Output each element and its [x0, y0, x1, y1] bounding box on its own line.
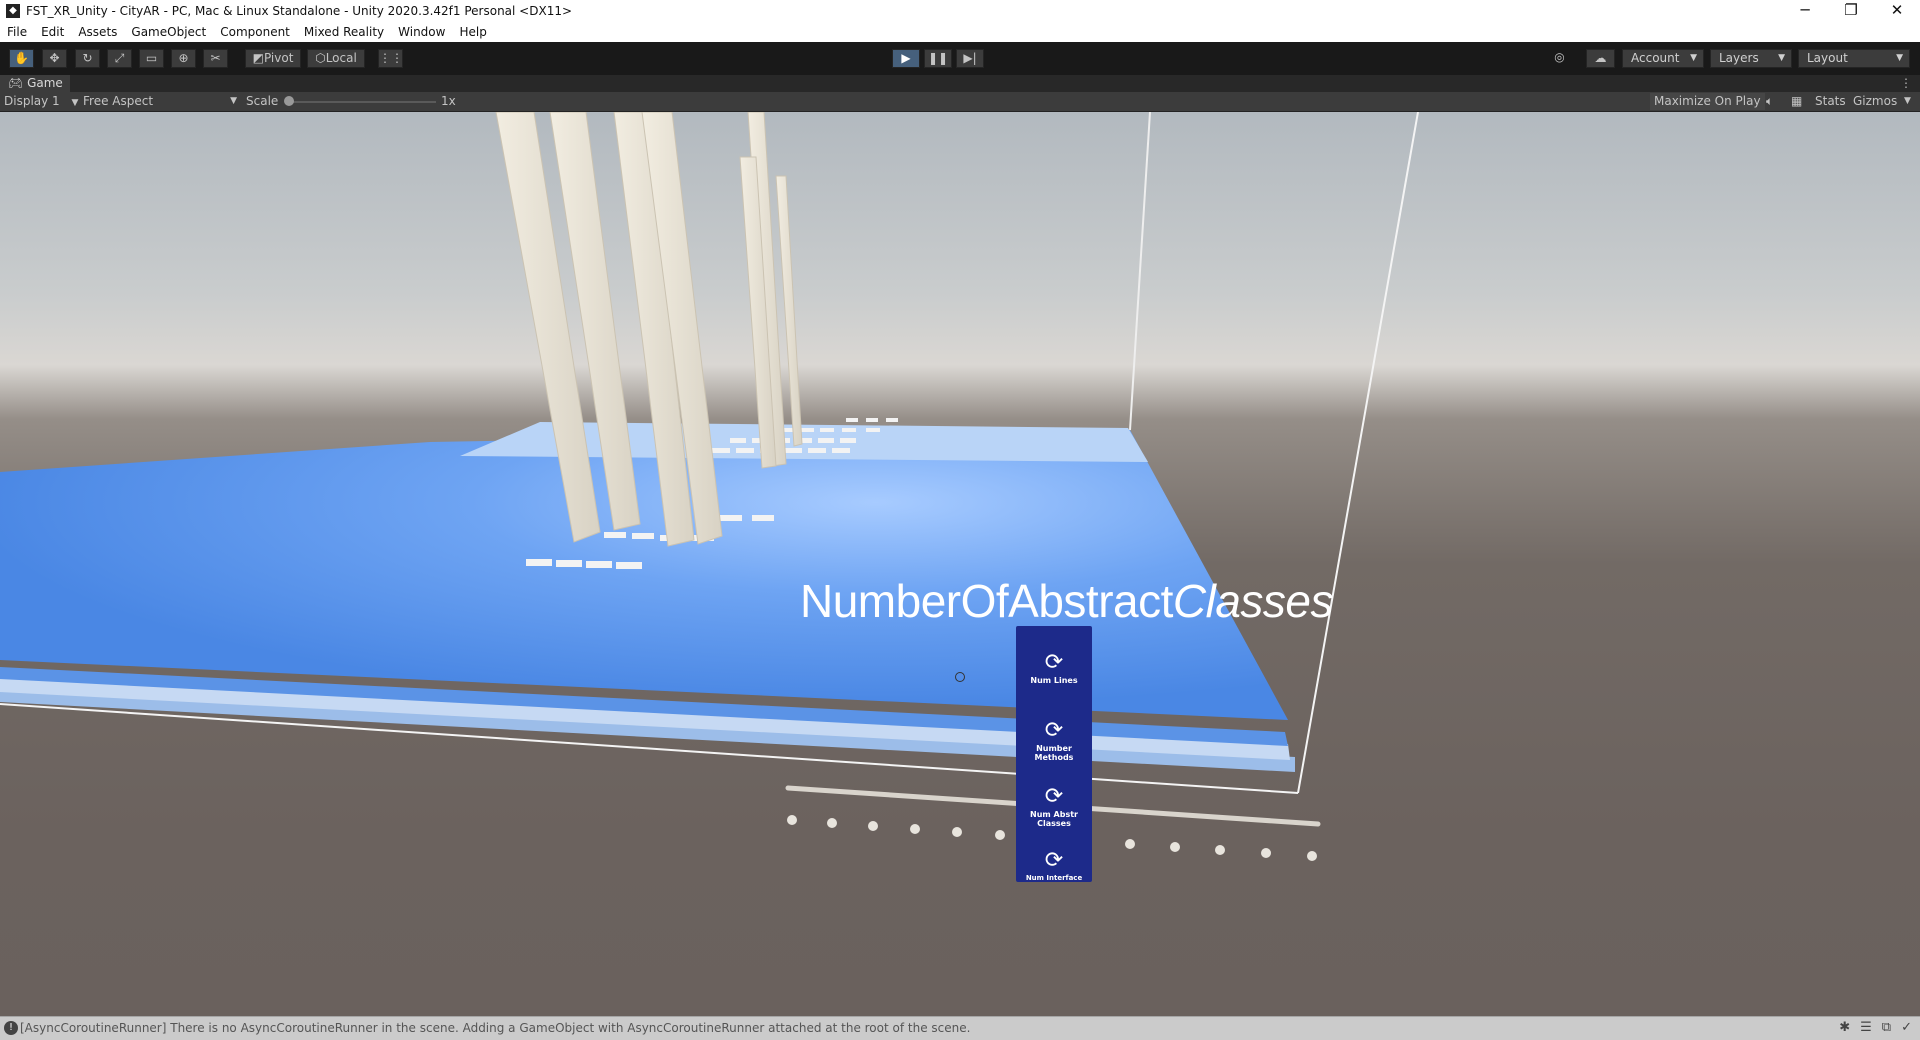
metric-title: NumberOfAbstractClasses: [800, 574, 1334, 628]
status-icons: ✱ ☰ ⧉ ✓: [1839, 1017, 1912, 1039]
menu-component[interactable]: Component: [213, 25, 297, 39]
title-bar: ◆ FST_XR_Unity - CityAR - PC, Mac & Linu…: [0, 0, 1920, 22]
gamepad-icon: 🎮︎: [8, 76, 28, 90]
close-button[interactable]: ✕: [1874, 0, 1920, 22]
local-toggle[interactable]: ⬡Local: [307, 49, 365, 68]
menu-edit[interactable]: Edit: [34, 25, 71, 39]
pivot-toggle[interactable]: ◩Pivot: [245, 49, 301, 68]
chevron-down-icon: ▼: [1778, 53, 1785, 63]
layers-icon[interactable]: ⧉: [1882, 1017, 1891, 1039]
scale-label: Scale: [246, 94, 279, 108]
metric-title-a: NumberOfAbstract: [800, 575, 1173, 627]
play-button[interactable]: ▶: [892, 49, 920, 68]
metric-button-num-abstr-classes[interactable]: ⟳ Num Abstr Classes: [1016, 784, 1092, 829]
chevron-down-icon: ▼: [1896, 53, 1903, 63]
main-toolbar: ✋ ✥ ↻ ⤢ ▭ ⊕ ✂ ◩Pivot ⬡Local ⋮⋮ ▶ ❚❚ ▶| ◎…: [0, 42, 1920, 75]
menu-help[interactable]: Help: [452, 25, 493, 39]
tab-game-label: Game: [27, 76, 63, 90]
aspect-dropdown[interactable]: Free Aspect ▼: [83, 92, 237, 111]
menu-window[interactable]: Window: [391, 25, 452, 39]
transform-tool-icon[interactable]: ⊕: [171, 49, 196, 68]
metric-selection-panel: ⟳ Num Lines ⟳ Number Methods ⟳ Num Abstr…: [1016, 626, 1092, 882]
pause-icon: ❚❚: [927, 51, 949, 65]
refresh-icon: ⟳: [1044, 784, 1064, 809]
mute-audio-icon[interactable]: 🔈︎: [1766, 92, 1773, 111]
debug-icon[interactable]: ✱: [1839, 1017, 1850, 1039]
metric-button-num-lines[interactable]: ⟳ Num Lines: [1016, 650, 1092, 686]
scene-render: [0, 112, 1419, 861]
scale-value: 1x: [441, 94, 456, 108]
account-dropdown[interactable]: Account ▼: [1622, 49, 1704, 68]
metric-button-label: Num Lines: [1030, 676, 1078, 685]
metric-button-label: Num Interface: [1025, 874, 1083, 882]
play-icon: ▶: [901, 51, 911, 65]
layout-label: Layout: [1807, 51, 1848, 65]
bounds-line: [1297, 112, 1419, 794]
pivot-icon: ◩: [252, 51, 264, 65]
gaze-cursor: [955, 672, 965, 682]
stats-grid-icon[interactable]: ▦: [1791, 92, 1802, 111]
gizmos-toggle[interactable]: Gizmos: [1853, 92, 1897, 111]
refresh-icon: ⟳: [1044, 848, 1064, 873]
window-title: FST_XR_Unity - CityAR - PC, Mac & Linux …: [26, 4, 573, 18]
local-icon: ⬡: [315, 51, 326, 65]
scale-slider-handle[interactable]: [284, 96, 294, 106]
custom-tool-icon[interactable]: ✂: [203, 49, 228, 68]
more-options-icon[interactable]: ⋮: [1900, 75, 1912, 91]
display-label: Display 1: [4, 94, 60, 108]
info-icon: !: [4, 1021, 18, 1035]
pause-button[interactable]: ❚❚: [924, 49, 952, 68]
chevron-down-icon[interactable]: ▼: [1904, 92, 1911, 111]
game-tab-bar: 🎮︎ Game ⋮: [0, 75, 1920, 92]
check-icon[interactable]: ✓: [1901, 1017, 1912, 1039]
menu-mixed-reality[interactable]: Mixed Reality: [297, 25, 391, 39]
console-message[interactable]: [AsyncCoroutineRunner] There is no Async…: [20, 1017, 970, 1039]
move-tool-icon[interactable]: ✥: [42, 49, 67, 68]
tab-game[interactable]: 🎮︎ Game: [0, 75, 70, 92]
menu-assets[interactable]: Assets: [71, 25, 124, 39]
metric-button-label: Number Methods: [1034, 744, 1074, 762]
scale-tool-icon[interactable]: ⤢: [107, 49, 132, 68]
menu-file[interactable]: File: [0, 25, 34, 39]
metric-button-number-methods[interactable]: ⟳ Number Methods: [1016, 718, 1092, 763]
collab-icon[interactable]: ◎: [1547, 49, 1572, 68]
menu-bar: File Edit Assets GameObject Component Mi…: [0, 22, 1920, 42]
unity-logo-icon: ◆: [6, 4, 20, 18]
aspect-label: Free Aspect: [83, 94, 154, 108]
rect-tool-icon[interactable]: ▭: [139, 49, 164, 68]
stats-toggle[interactable]: Stats: [1815, 92, 1846, 111]
metric-title-b: Classes: [1172, 575, 1334, 627]
game-viewport[interactable]: NumberOfAbstractClasses ⟳ Num Lines ⟳ Nu…: [0, 112, 1920, 1016]
display-dropdown[interactable]: Display 1 ▼: [4, 92, 78, 111]
grid-snap-icon[interactable]: ⋮⋮: [378, 49, 403, 68]
pivot-label: Pivot: [263, 51, 294, 65]
chevron-down-icon: ▼: [230, 96, 237, 106]
step-button[interactable]: ▶|: [956, 49, 984, 68]
restore-button[interactable]: ❐: [1828, 0, 1874, 22]
scale-slider-track[interactable]: [290, 101, 436, 103]
minimize-button[interactable]: ─: [1782, 0, 1828, 22]
chevron-down-icon: ▼: [71, 98, 79, 108]
hand-tool-icon[interactable]: ✋: [9, 49, 34, 68]
layout-dropdown[interactable]: Layout ▼: [1798, 49, 1910, 68]
account-label: Account: [1631, 51, 1680, 65]
bounds-line: [1129, 112, 1151, 431]
rotate-tool-icon[interactable]: ↻: [75, 49, 100, 68]
metric-button-num-interface[interactable]: ⟳ Num Interface: [1016, 850, 1092, 883]
chevron-down-icon: ▼: [1690, 53, 1697, 63]
local-label: Local: [325, 51, 357, 65]
menu-gameobject[interactable]: GameObject: [124, 25, 213, 39]
status-bar: ! [AsyncCoroutineRunner] There is no Asy…: [0, 1016, 1920, 1040]
maximize-on-play-toggle[interactable]: Maximize On Play: [1650, 93, 1765, 110]
game-view-toolbar: Display 1 ▼ Free Aspect ▼ Scale 1x Maximi…: [0, 92, 1920, 112]
refresh-icon: ⟳: [1044, 650, 1064, 675]
window-controls: ─ ❐ ✕: [1782, 0, 1920, 22]
refresh-icon: ⟳: [1044, 718, 1064, 743]
layers-label: Layers: [1719, 51, 1759, 65]
cloud-icon[interactable]: ☁: [1586, 49, 1615, 68]
step-icon: ▶|: [963, 51, 977, 65]
layers-dropdown[interactable]: Layers ▼: [1710, 49, 1792, 68]
stack-icon[interactable]: ☰: [1860, 1017, 1872, 1039]
metric-button-label: Num Abstr Classes: [1030, 810, 1078, 828]
